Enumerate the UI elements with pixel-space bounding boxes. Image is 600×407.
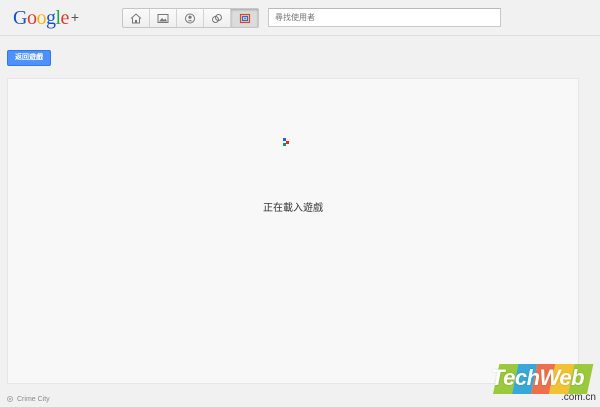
home-icon (130, 12, 142, 23)
loading-spinner-icon (283, 138, 291, 146)
logo-letter: G (13, 7, 27, 29)
logo-letter: o (26, 7, 37, 29)
google-plus-logo[interactable]: Google + (13, 5, 79, 31)
logo-letter: g (45, 7, 56, 29)
spinner-square (286, 141, 289, 144)
logo-letter: e (60, 7, 70, 29)
techweb-watermark: TechWeb .com.cn (487, 364, 600, 407)
game-frame[interactable]: 正在載入遊戲 (7, 78, 579, 384)
nav-home-button[interactable] (123, 9, 150, 27)
back-to-games-button[interactable]: 返回遊戲 (7, 50, 51, 66)
logo-plus: + (70, 9, 79, 25)
circles-icon (212, 13, 222, 23)
footer: Crime City (7, 394, 50, 404)
nav-circles-button[interactable] (204, 9, 231, 27)
watermark-domain: .com.cn (560, 392, 596, 403)
nav-photos-button[interactable] (150, 9, 177, 27)
game-name[interactable]: Crime City (17, 396, 50, 403)
photos-icon (157, 13, 169, 23)
search-input[interactable] (268, 8, 501, 27)
logo-letter: o (36, 7, 46, 29)
spinner-square (283, 143, 286, 146)
loading-text: 正在載入遊戲 (263, 203, 323, 214)
game-status-icon (7, 396, 13, 402)
main-nav (122, 8, 259, 28)
watermark-text: TechWeb (491, 365, 585, 390)
profile-icon (185, 13, 195, 23)
top-bar: Google + (0, 0, 600, 36)
nav-games-button[interactable] (231, 9, 258, 27)
games-icon (239, 13, 250, 23)
page: Google + 尋找使用者 返回遊戲 正在載入遊戲 Crime City Te… (0, 0, 600, 407)
nav-profile-button[interactable] (177, 9, 204, 27)
